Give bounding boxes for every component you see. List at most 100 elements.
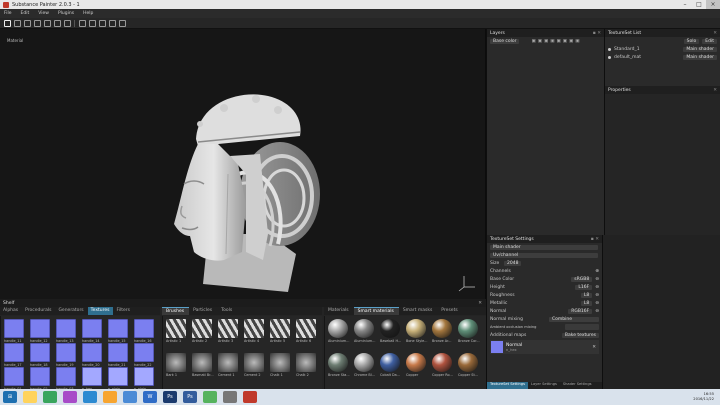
view-mode-icon[interactable] [119, 19, 126, 27]
texture-item[interactable]: handle_14 [82, 319, 102, 343]
bake-textures-button[interactable]: Bake textures [561, 332, 599, 338]
tab-filters[interactable]: Filters [113, 307, 134, 315]
maximize-button[interactable]: □ [692, 0, 706, 9]
brush-item[interactable]: Chalk 2 [296, 353, 316, 377]
material-item[interactable]: Bronze Sta... [328, 353, 350, 377]
material-item[interactable]: Aluminium... [328, 319, 349, 343]
tab-particles[interactable]: Particles [189, 307, 217, 315]
panel-close-icon[interactable]: ✕ [713, 31, 717, 36]
tab-presets[interactable]: Presets [437, 307, 462, 315]
material-item[interactable]: Baseball H... [380, 319, 401, 343]
delete-icon[interactable]: ✕ [592, 345, 596, 350]
tab-tools[interactable]: Tools [217, 307, 237, 315]
shader-select[interactable]: Main shader [490, 244, 598, 250]
substance-painter-icon[interactable] [243, 391, 257, 403]
material-item[interactable]: Chrome Bl... [354, 353, 375, 377]
texture-item[interactable]: handle_18 [30, 343, 50, 367]
material-item[interactable]: Copper Ro... [432, 353, 453, 377]
app-icon[interactable] [103, 391, 117, 403]
visibility-icon[interactable] [608, 47, 611, 51]
robot-head-model[interactable] [168, 84, 328, 299]
photoshop-icon[interactable]: Ps [183, 391, 197, 403]
textureset-item[interactable]: default_mat Main shader [605, 53, 720, 61]
texture-item[interactable]: n_hex [82, 367, 102, 391]
normal-mixing-select[interactable]: Combine [549, 316, 599, 322]
uv-field[interactable]: Uv/channel [490, 252, 598, 258]
smudge-tool-icon[interactable] [44, 19, 51, 27]
texture-item[interactable]: handle_20 [82, 343, 102, 367]
tab-smart-materials[interactable]: Smart materials [353, 307, 399, 315]
texture-item[interactable]: handle_16 [134, 319, 154, 343]
add-channel-icon[interactable]: ⊕ [595, 269, 599, 274]
texture-item[interactable]: handle_22 [134, 343, 154, 367]
material-item[interactable]: Cobalt Da... [380, 353, 400, 377]
brush-item[interactable]: Chalk 1 [270, 353, 290, 377]
material-picker-icon[interactable] [64, 19, 71, 27]
screenshot-icon[interactable] [99, 19, 106, 27]
panel-menu-icon[interactable]: ▪ ✕ [593, 31, 601, 36]
tab-brushes[interactable]: Brushes [162, 307, 190, 315]
clone-tool-icon[interactable] [54, 19, 61, 27]
tab-smart-masks[interactable]: Smart masks [399, 307, 437, 315]
brush-item[interactable]: Artistic 4 [244, 319, 264, 343]
media-icon[interactable] [83, 391, 97, 403]
channel-format-select[interactable]: sRGB8 [571, 276, 593, 282]
brush-item[interactable]: Cement 1 [218, 353, 238, 377]
remove-channel-icon[interactable]: ⊖ [595, 301, 599, 306]
tab-alphas[interactable]: Alphas [0, 307, 22, 315]
remove-channel-icon[interactable]: ⊖ [595, 293, 599, 298]
geometry-fill-icon[interactable] [34, 19, 41, 27]
texture-item[interactable]: handle_13 [56, 319, 76, 343]
material-item[interactable]: Bone Style... [406, 319, 427, 343]
photoshop-icon[interactable]: Ps [163, 391, 177, 403]
texture-item[interactable]: handle_21 [108, 343, 128, 367]
word-icon[interactable]: W [143, 391, 157, 403]
panel-close-icon[interactable]: ✕ [713, 88, 717, 93]
camera-icon[interactable] [89, 19, 96, 27]
tab-shader-settings[interactable]: Shader Settings [560, 382, 595, 389]
additional-map-item[interactable]: Normal n_hex ✕ [490, 340, 599, 354]
remove-channel-icon[interactable]: ⊖ [595, 309, 599, 314]
texture-item[interactable]: handle_15 [108, 319, 128, 343]
material-item[interactable]: Bronze Ar... [432, 319, 452, 343]
menu-file[interactable]: File [4, 11, 12, 16]
panel-close-icon[interactable]: ▪ ✕ [591, 237, 599, 242]
channel-format-select[interactable]: L8 [580, 300, 593, 306]
texture-item[interactable]: handle_01 [4, 367, 24, 391]
brush-item[interactable]: Bark 1 [166, 353, 186, 377]
3d-viewport[interactable]: Material [0, 29, 486, 299]
solo-button[interactable]: Solo [683, 38, 700, 44]
texture-item[interactable]: n_plain [108, 367, 128, 391]
brush-item[interactable]: Artistic 5 [270, 319, 290, 343]
layer-tools-icon[interactable]: ▣▣▣▣▣▣▣▣ [531, 39, 581, 44]
brush-item[interactable]: Cement 2 [244, 353, 264, 377]
texture-item[interactable]: handle_12 [30, 319, 50, 343]
eraser-tool-icon[interactable] [14, 19, 21, 27]
channel-format-select[interactable]: L16F [575, 284, 593, 290]
size-select[interactable]: 2048 [504, 260, 522, 266]
system-clock[interactable]: 16:55 2016/11/22 [693, 392, 714, 402]
channel-format-select[interactable]: L8 [580, 292, 593, 298]
tab-materials[interactable]: Materials [324, 307, 354, 315]
edit-button[interactable]: Edit [702, 38, 717, 44]
material-item[interactable]: Copper St... [458, 353, 478, 377]
texture-item[interactable]: handle_17 [4, 343, 24, 367]
projection-tool-icon[interactable] [24, 19, 31, 27]
texture-item[interactable]: handle_02 [30, 367, 50, 391]
close-button[interactable]: × [706, 0, 720, 9]
brush-item[interactable]: Artistic 2 [192, 319, 212, 343]
close-icon[interactable]: ✕ [478, 301, 482, 306]
brush-item[interactable]: Artistic 1 [166, 319, 186, 343]
tab-textures[interactable]: Textures [87, 307, 114, 315]
tab-generators[interactable]: Generators [55, 307, 87, 315]
chrome-icon[interactable] [43, 391, 57, 403]
texture-item[interactable]: n_plain [134, 367, 154, 391]
texture-item[interactable]: handle_03 [56, 367, 76, 391]
file-explorer-icon[interactable] [23, 391, 37, 403]
iray-icon[interactable] [109, 19, 116, 27]
visibility-icon[interactable] [608, 55, 611, 59]
app-icon[interactable] [63, 391, 77, 403]
textureset-item[interactable]: Standard_1 Main shader [605, 45, 720, 53]
material-item[interactable]: Bronze Cor... [458, 319, 480, 343]
brush-item[interactable]: Basmati Br... [192, 353, 214, 377]
